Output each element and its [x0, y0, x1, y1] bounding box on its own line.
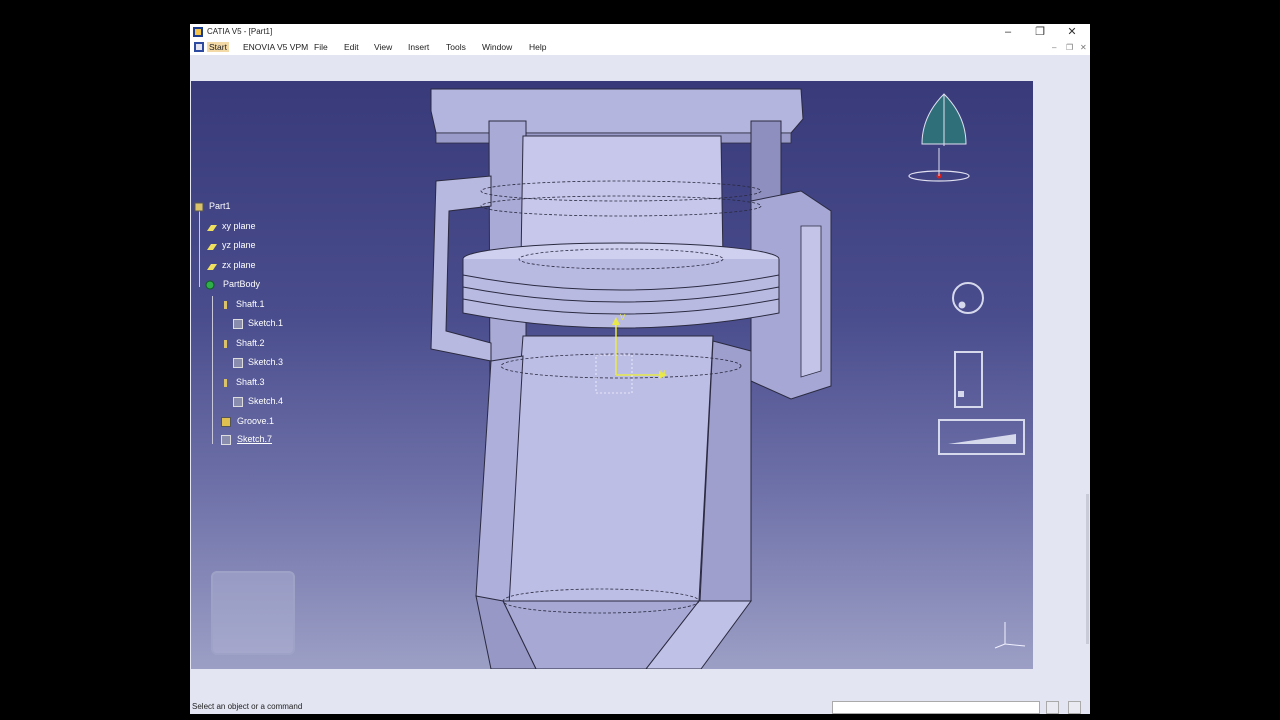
plane-icon: [207, 244, 217, 250]
menu-edit[interactable]: Edit: [344, 42, 359, 52]
toolbar-area: [190, 55, 1090, 81]
sketch-icon: [233, 358, 243, 368]
3d-viewport[interactable]: H V Part1 xy plane yz plane zx plane Par…: [191, 81, 1033, 669]
part-icon: [194, 202, 204, 212]
plane-icon: [207, 225, 217, 231]
rotate-view-icon[interactable]: [951, 281, 985, 317]
sketch-icon: [233, 319, 243, 329]
mdi-minimize-button[interactable]: –: [1052, 43, 1056, 52]
menu-view[interactable]: View: [374, 42, 392, 52]
right-toolbar-area: [1034, 81, 1090, 669]
overlay-tool-panel[interactable]: [211, 571, 295, 655]
command-input[interactable]: [832, 701, 1040, 714]
vertical-scrollbar[interactable]: [1086, 494, 1089, 644]
menu-start[interactable]: Start: [207, 42, 229, 52]
shaft-icon: [224, 379, 227, 387]
tree-label: Sketch.7: [237, 434, 273, 444]
partbody-icon: [205, 280, 215, 290]
tree-label: zx plane: [222, 260, 256, 270]
shaft-icon: [224, 301, 227, 309]
h-axis-label: H: [660, 369, 666, 378]
tree-label: Sketch.1: [248, 318, 284, 328]
v-axis-label: V: [620, 313, 626, 322]
mini-axis-icon: [994, 622, 1026, 649]
menu-file[interactable]: File: [314, 42, 328, 52]
sketch-icon: [233, 397, 243, 407]
menu-window[interactable]: Window: [482, 42, 512, 52]
minimize-button[interactable]: –: [993, 24, 1023, 40]
zoom-view-icon[interactable]: [938, 419, 1028, 459]
pan-view-icon[interactable]: [954, 351, 984, 411]
compass-icon[interactable]: [904, 86, 984, 186]
tree-label: xy plane: [222, 221, 256, 231]
menu-insert[interactable]: Insert: [408, 42, 429, 52]
tree-connector: [199, 211, 200, 287]
tree-label: Sketch.4: [248, 396, 284, 406]
tree-label: Shaft.2: [236, 338, 265, 348]
tree-label: Sketch.3: [248, 357, 284, 367]
shaft-icon: [224, 340, 227, 348]
status-bar: Select an object or a command: [190, 700, 1090, 714]
tree-label: PartBody: [223, 279, 261, 289]
title-bar: CATIA V5 - [Part1] – ❐ ✕: [190, 24, 1090, 40]
restore-button[interactable]: ❐: [1025, 24, 1055, 40]
sketch-axis-indicator: [595, 317, 667, 394]
groove-icon: [221, 417, 231, 427]
status-button-2[interactable]: [1068, 701, 1081, 714]
plane-icon: [207, 264, 217, 270]
mdi-restore-button[interactable]: ❐: [1066, 43, 1073, 52]
sketch-icon: [221, 435, 231, 445]
mdi-close-button[interactable]: ✕: [1080, 43, 1087, 52]
menu-bar: Start ENOVIA V5 VPM File Edit View Inser…: [190, 40, 1090, 55]
tree-connector: [212, 296, 213, 444]
window-title: CATIA V5 - [Part1]: [207, 27, 273, 36]
catia-window: CATIA V5 - [Part1] – ❐ ✕ Start ENOVIA V5…: [190, 24, 1090, 714]
close-button[interactable]: ✕: [1057, 24, 1087, 40]
tree-label: Groove.1: [237, 416, 275, 426]
status-message: Select an object or a command: [192, 702, 303, 711]
catia-app-icon: [193, 27, 203, 37]
status-button-1[interactable]: [1046, 701, 1059, 714]
menu-tools[interactable]: Tools: [446, 42, 466, 52]
tree-label: Shaft.1: [236, 299, 265, 309]
tree-label: Shaft.3: [236, 377, 265, 387]
document-icon[interactable]: [194, 42, 204, 52]
menu-help[interactable]: Help: [529, 42, 546, 52]
tree-label: Part1: [209, 201, 231, 211]
menu-enovia[interactable]: ENOVIA V5 VPM: [243, 42, 308, 52]
tree-label: yz plane: [222, 240, 256, 250]
